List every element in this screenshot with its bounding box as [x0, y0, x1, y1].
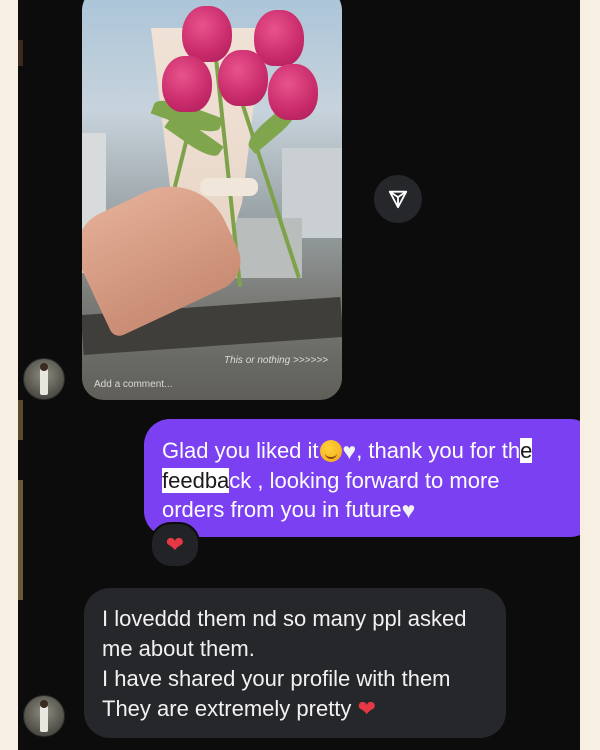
message-reaction[interactable]: ❤ — [150, 522, 200, 568]
red-heart-emoji: ❤ — [357, 696, 376, 721]
message-text: Glad you liked it — [162, 438, 319, 463]
story-reply-card[interactable]: This or nothing >>>>>> Add a comment... — [82, 0, 342, 400]
bouquet-ribbon — [200, 178, 258, 196]
share-button[interactable] — [374, 175, 422, 223]
message-line: me about them. — [102, 636, 255, 661]
selected-text[interactable]: feedba — [162, 468, 230, 493]
message-line: They are extremely pretty ❤ — [102, 694, 488, 724]
story-watermark: This or nothing >>>>>> — [224, 355, 328, 366]
avatar-figure — [40, 704, 48, 732]
message-text: orders from you in future — [162, 497, 402, 522]
red-heart-icon: ❤ — [165, 532, 185, 557]
white-heart-emoji: ♥ — [401, 497, 416, 523]
edge-artifact — [18, 480, 23, 600]
message-text: , thank you for th — [356, 438, 521, 463]
edge-artifact — [18, 40, 23, 66]
chat-thread[interactable]: This or nothing >>>>>> Add a comment... … — [18, 0, 580, 750]
send-icon — [388, 190, 408, 209]
sent-message-bubble[interactable]: Glad you liked it ♥, thank you for the fe… — [144, 419, 580, 537]
message-text: They are extremely pretty — [102, 696, 352, 721]
page-frame: This or nothing >>>>>> Add a comment... … — [0, 0, 600, 750]
contact-avatar[interactable] — [23, 695, 65, 737]
avatar-head — [40, 363, 48, 371]
message-text: ck , looking forward to more — [229, 468, 500, 493]
white-heart-emoji: ♥ — [342, 438, 357, 464]
smiling-face-emoji — [319, 440, 342, 462]
tulip-flower — [218, 50, 268, 106]
message-line: I have shared your profile with them — [102, 666, 451, 691]
selected-text[interactable]: e — [520, 438, 533, 463]
avatar-head — [40, 700, 48, 708]
message-line: I loveddd them nd so many ppl asked — [102, 606, 467, 631]
tulip-flower — [268, 64, 318, 120]
received-message-bubble[interactable]: I loveddd them nd so many ppl asked me a… — [84, 588, 506, 738]
contact-avatar[interactable] — [23, 358, 65, 400]
tulip-flower — [162, 56, 212, 112]
avatar-figure — [40, 367, 48, 395]
add-comment-placeholder[interactable]: Add a comment... — [94, 379, 172, 390]
tulip-flower — [182, 6, 232, 62]
edge-artifact — [18, 400, 23, 440]
